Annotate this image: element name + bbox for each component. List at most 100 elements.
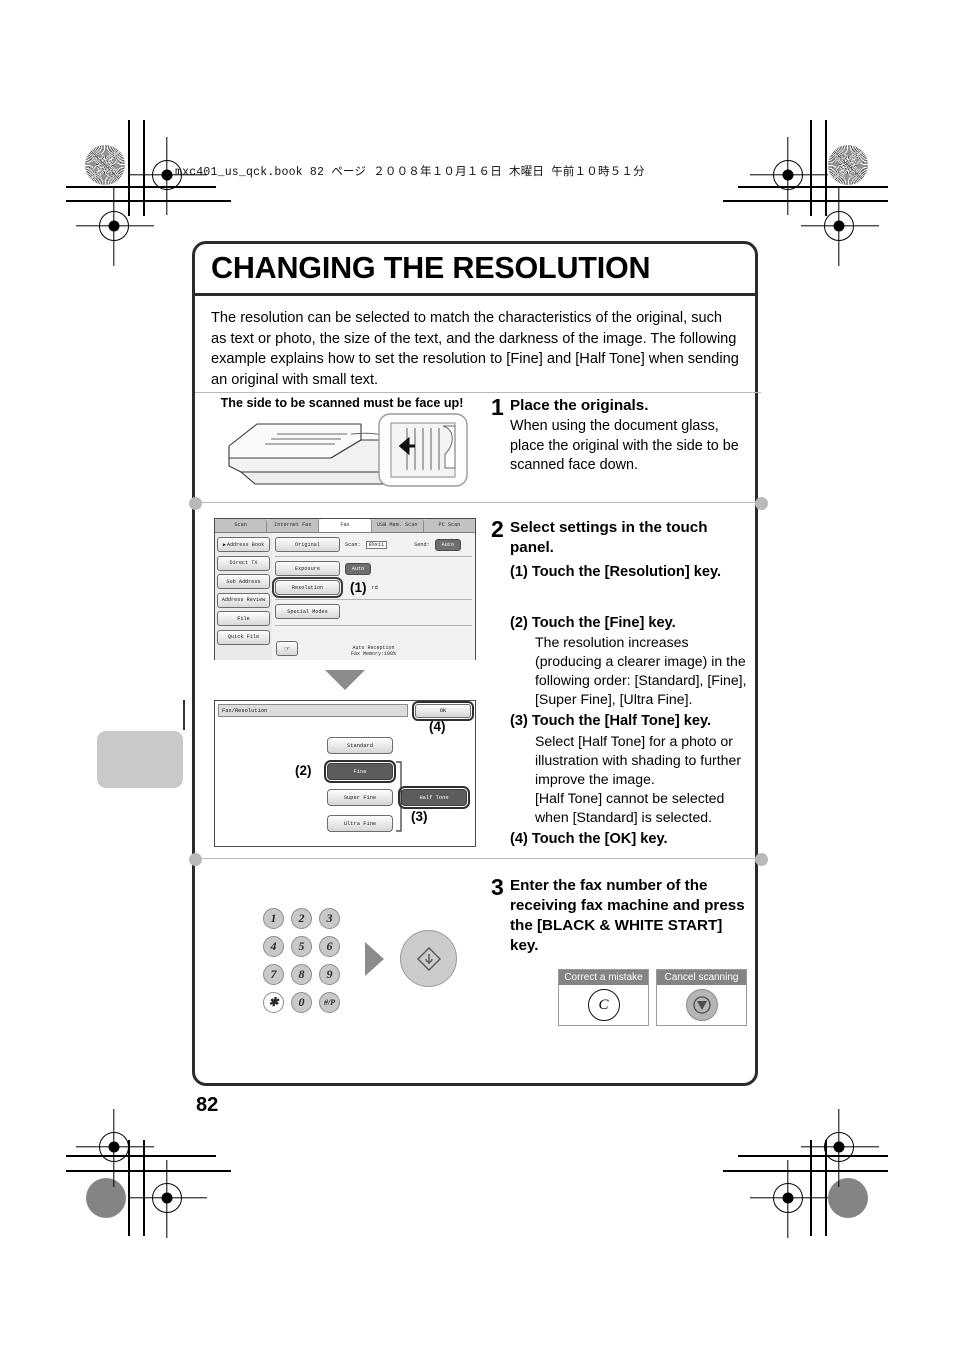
panel-button-quick-file[interactable]: Quick File <box>217 629 270 645</box>
crop-line <box>143 1140 145 1236</box>
registration-mark <box>129 1160 207 1238</box>
black-white-start-button[interactable] <box>400 930 457 987</box>
flow-arrow-down-icon <box>325 670 365 690</box>
step2-substep-2-body: The resolution increases (producing a cl… <box>535 634 747 707</box>
keypad-key-3[interactable]: 3 <box>319 908 340 929</box>
panel-button-original[interactable]: Original <box>275 537 340 552</box>
panel-divider <box>275 599 472 600</box>
separator-nub <box>754 496 768 510</box>
tab-scan[interactable]: Scan <box>215 519 268 532</box>
keypad-key-hash-p[interactable]: #/P <box>319 992 340 1013</box>
resolution-value: rd <box>371 584 378 591</box>
crop-line <box>825 120 827 216</box>
panel-button-address-review[interactable]: Address Review <box>217 592 270 608</box>
panel-button-exposure[interactable]: Exposure <box>275 561 340 576</box>
margin-rule <box>183 700 185 730</box>
callout-2: (2) <box>295 763 312 778</box>
crop-line <box>128 120 130 216</box>
halftone-dot <box>828 145 868 185</box>
keypad-key-asterisk[interactable]: ✱ <box>263 992 284 1013</box>
step3-number: 3 <box>491 874 504 900</box>
book-info-header: mxc401_us_qck.book 82 ページ ２００８年１０月１６日 木曜… <box>175 166 645 179</box>
halftone-dot <box>828 1178 868 1218</box>
keypad-key-1[interactable]: 1 <box>263 908 284 929</box>
crop-line <box>66 1170 231 1172</box>
panel-exposure-row: Exposure Auto <box>275 561 472 576</box>
panel-button-direct-tx[interactable]: Direct TX <box>217 555 270 571</box>
step1-illustration-caption: The side to be scanned must be face up! <box>220 396 464 410</box>
exposure-value[interactable]: Auto <box>345 562 371 575</box>
crop-line <box>723 200 888 202</box>
step3-heading: Enter the fax number of the receiving fa… <box>510 877 745 954</box>
panel-button-address-book[interactable]: ▶ Address Book <box>217 537 270 552</box>
tab-usb-mem-scan[interactable]: USB Mem. Scan <box>371 519 424 532</box>
resolution-dialog-panel[interactable]: Fax/Resolution OK Standard Fine Super Fi… <box>214 700 476 847</box>
registration-mark <box>750 137 828 215</box>
status-fax-memory: Fax Memory:100% <box>350 651 396 657</box>
step1-text-block: 1 Place the originals. When using the do… <box>491 396 749 476</box>
keypad-key-6[interactable]: 6 <box>319 936 340 957</box>
tab-fax[interactable]: Fax <box>319 519 372 532</box>
keypad-key-2[interactable]: 2 <box>291 908 312 929</box>
halftone-dot <box>86 1178 126 1218</box>
page-title-bar: CHANGING THE RESOLUTION <box>195 244 755 296</box>
step2-substep-2: (2) Touch the [Fine] key. <box>510 614 676 631</box>
hint-cancel-scanning: Cancel scanning <box>656 969 747 1026</box>
resolution-option-standard[interactable]: Standard <box>327 737 393 754</box>
resolution-option-ultra-fine[interactable]: Ultra Fine <box>327 815 393 832</box>
panel-divider <box>275 556 472 557</box>
callout-3: (3) <box>411 809 428 824</box>
halftone-dot <box>85 145 125 185</box>
step1-number: 1 <box>491 394 504 420</box>
arrow-right-icon <box>365 942 384 976</box>
send-size-value[interactable]: Auto <box>434 538 461 551</box>
scanner-feeder-illustration <box>228 413 468 487</box>
tab-pc-scan[interactable]: PC Scan <box>423 519 476 532</box>
keypad-key-4[interactable]: 4 <box>263 936 284 957</box>
crop-line <box>723 1170 888 1172</box>
group-bracket-icon <box>396 761 402 832</box>
hint-correct-mistake-label: Correct a mistake <box>559 970 648 985</box>
panel-button-sub-address[interactable]: Sub Address <box>217 574 270 589</box>
registration-mark <box>801 1109 879 1187</box>
keypad-illustration: 1 2 3 4 5 6 7 8 9 ✱ 0 #/P <box>255 904 457 1014</box>
panel-resolution-row: Resolution (1) rd <box>272 577 472 598</box>
step2-substep-4: (4) Touch the [OK] key. <box>510 830 668 847</box>
resolution-option-super-fine[interactable]: Super Fine <box>327 789 393 806</box>
start-diamond-icon <box>416 946 441 971</box>
fax-touch-panel[interactable]: Scan Internet Fax Fax USB Mem. Scan PC S… <box>214 518 476 660</box>
keypad-key-0[interactable]: 0 <box>291 992 312 1013</box>
panel-button-resolution[interactable]: Resolution <box>272 577 343 598</box>
send-size-label: Send: <box>414 541 430 548</box>
stop-key-icon[interactable] <box>685 989 718 1021</box>
tab-internet-fax[interactable]: Internet Fax <box>267 519 320 532</box>
panel-button-special-modes[interactable]: Special Modes <box>275 604 340 619</box>
section-separator <box>188 496 768 510</box>
keypad-key-5[interactable]: 5 <box>291 936 312 957</box>
step3-text-block: 3 Enter the fax number of the receiving … <box>491 876 753 956</box>
panel-side-buttons[interactable]: ▶ Address Book Direct TX Sub Address Add… <box>215 533 272 660</box>
keypad-key-9[interactable]: 9 <box>319 964 340 985</box>
registration-mark <box>76 188 154 266</box>
panel-tab-bar[interactable]: Scan Internet Fax Fax USB Mem. Scan PC S… <box>215 519 476 533</box>
step1-heading: Place the originals. <box>510 397 649 414</box>
dialog-ok-button[interactable]: OK <box>411 700 475 722</box>
keypad-key-7[interactable]: 7 <box>263 964 284 985</box>
page-number: 82 <box>196 1094 219 1116</box>
dialog-title: Fax/Resolution <box>218 704 408 717</box>
intro-paragraph: The resolution can be selected to match … <box>211 310 739 388</box>
half-tone-button[interactable]: Half Tone <box>397 785 471 810</box>
keypad-key-8[interactable]: 8 <box>291 964 312 985</box>
step1-illustration-block: The side to be scanned must be face up! <box>211 396 473 493</box>
callout-1: (1) <box>350 580 367 595</box>
callout-4: (4) <box>429 719 446 734</box>
section-separator <box>188 852 768 866</box>
resolution-option-fine[interactable]: Fine <box>323 759 397 784</box>
separator-nub <box>188 496 202 510</box>
registration-mark <box>76 1109 154 1187</box>
clear-key-icon[interactable]: C <box>587 989 620 1021</box>
panel-button-file[interactable]: File <box>217 611 270 626</box>
scan-size-label: Scan: <box>345 541 361 548</box>
separator-nub <box>754 852 768 866</box>
step2-substep-3-body2: [Half Tone] cannot be selected when [Sta… <box>535 789 725 825</box>
